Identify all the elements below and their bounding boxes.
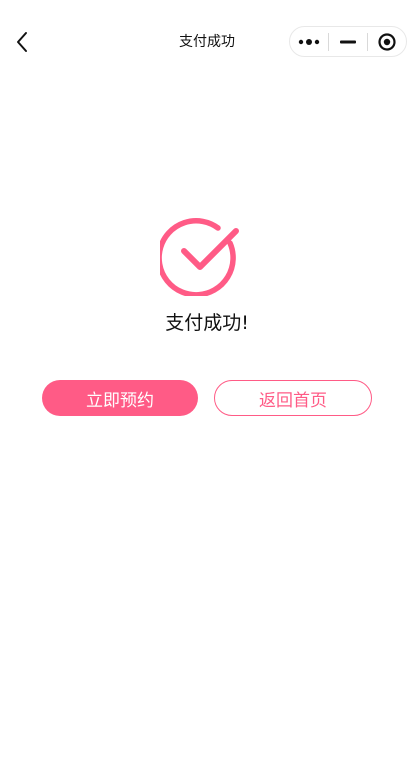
mini-program-capsule	[289, 26, 407, 57]
success-message: 支付成功!	[165, 312, 249, 334]
close-button[interactable]	[368, 27, 406, 56]
payment-success-page: 支付成功 支付成功! 立即预约 返回首页	[0, 0, 414, 780]
target-close-icon	[378, 32, 396, 51]
minimize-icon	[340, 40, 356, 43]
back-home-button[interactable]: 返回首页	[214, 380, 372, 416]
navigation-bar: 支付成功	[0, 0, 414, 84]
minimize-button[interactable]	[329, 27, 367, 56]
more-button[interactable]	[290, 27, 328, 56]
book-now-button[interactable]: 立即预约	[42, 380, 198, 416]
check-circle-icon	[160, 218, 239, 296]
more-dots-icon	[298, 38, 320, 45]
